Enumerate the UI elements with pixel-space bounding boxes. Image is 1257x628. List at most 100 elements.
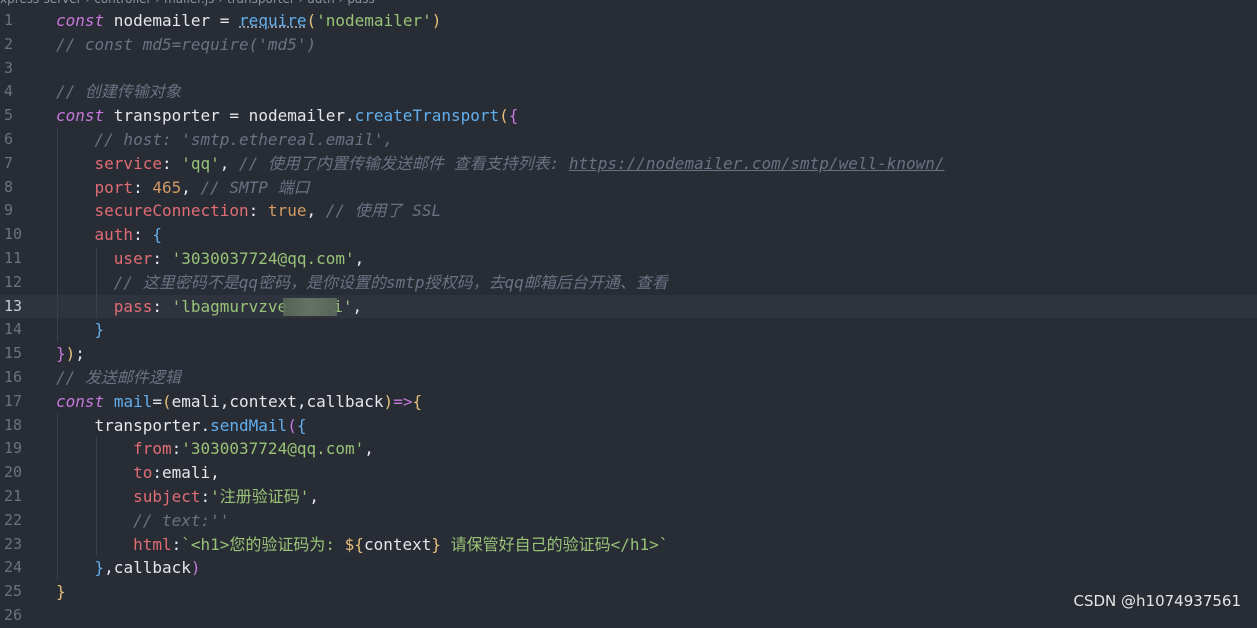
code-line[interactable]: 10 auth: { [0,223,1257,247]
code-token: : [200,486,211,506]
code-line[interactable]: 26 [0,604,1257,628]
code-line[interactable]: 2 // const md5=require('md5') [0,33,1257,57]
code-token: = [152,391,162,411]
code-line[interactable]: 12 // 这里密码不是qq密码，是你设置的smtp授权码，去qq邮箱后台开通、… [0,270,1257,295]
code-token: to [133,463,153,483]
code-token: // const md5=require('md5') [56,34,317,54]
code-token: // 创建传输对象 [56,82,181,102]
code-token: nodemailer. [239,106,355,126]
code-token: : [152,248,172,268]
code-line[interactable]: 11 user: '3030037724@qq.com', [0,246,1257,271]
code-token: // 使用了内置传输发送邮件 查看支持列表: [239,153,569,173]
code-text: // const md5=require('md5') [56,33,316,57]
code-token: pass [113,296,153,316]
code-editor[interactable]: 1 const nodemailer = require('nodemailer'… [0,9,1257,628]
line-number: 4 [4,82,14,101]
code-text: port: 465, // SMTP 端口 [56,176,310,200]
code-token: { [412,391,423,411]
code-line[interactable]: 18 transporter.sendMail({ [0,413,1257,438]
code-line[interactable]: 9 secureConnection: true, // 使用了 SSL [0,199,1257,224]
code-text: secureConnection: true, // 使用了 SSL [56,199,442,223]
code-token: ; [75,344,85,364]
code-line[interactable]: 21 subject:'注册验证码', [0,484,1257,509]
code-token: : [133,225,153,245]
code-token: // text:'' [133,510,230,530]
code-token: transporter [104,106,230,126]
code-token: // host: 'smtp.ethereal.email', [94,129,394,149]
code-text: },callback) [56,556,201,580]
code-line[interactable]: 4 // 创建传输对象 [0,80,1257,104]
code-token: = [219,11,230,30]
code-line[interactable]: 20 to:emali, [0,461,1257,485]
code-token: transporter. [56,415,211,435]
code-line[interactable]: 13 pass: 'lbagmurvzve i', [0,294,1257,319]
code-token: ) [431,11,442,30]
watermark: CSDN @h1074937561 [1073,592,1241,610]
code-token: ( [287,415,297,435]
breadcrumb-item[interactable]: mailer.js › [164,0,223,6]
code-token: , [309,486,320,506]
line-number: 23 [4,534,23,553]
code-token: // 发送邮件逻辑 [56,367,181,387]
breadcrumb-item[interactable]: auth › [307,0,343,6]
line-number: 14 [4,320,23,339]
code-line[interactable]: 17 const mail=(emali,context,callback)=>{ [0,390,1257,414]
code-token: = [229,106,240,126]
breadcrumb-item[interactable]: transporter › [227,0,303,6]
code-token: // SMTP 端口 [200,177,310,197]
code-line[interactable]: 6 // host: 'smtp.ethereal.email', [0,127,1257,152]
breadcrumb-item[interactable]: controller › [94,0,160,6]
code-line[interactable]: 1 const nodemailer = require('nodemailer'… [0,9,1257,33]
code-line[interactable]: 5 const transporter = nodemailer.createTr… [0,104,1257,128]
code-line[interactable]: 22 // text:'' [0,508,1257,533]
breadcrumb[interactable]: xpress-server › controller › mailer.js › tr… [0,0,1257,8]
code-line[interactable]: 23 html:`<h1>您的验证码为: ${context} 请保管好自己的验… [0,532,1257,557]
code-line[interactable]: 19 from:'3030037724@qq.com', [0,437,1257,462]
code-line[interactable]: 7 service: 'qq', // 使用了内置传输发送邮件 查看支持列表: … [0,151,1257,176]
line-number: 5 [4,106,14,125]
code-text: // text:'' [56,509,229,533]
code-token: createTransport [354,106,500,126]
breadcrumb-item[interactable]: pass [347,0,374,6]
line-number: 1 [4,11,14,29]
code-token: ( [161,391,172,411]
code-token: emali [161,463,211,483]
line-number: 19 [4,439,23,458]
code-token: , [210,463,220,483]
code-text: // 创建传输对象 [56,80,181,104]
code-token: , [364,439,374,459]
code-line[interactable]: 25} [0,580,1257,604]
breadcrumb-item[interactable]: xpress-server › [0,0,90,6]
code-text: service: 'qq', // 使用了内置传输发送邮件 查看支持列表: ht… [56,152,945,176]
code-token: const [56,391,105,411]
code-text: const mail=(emali,context,callback)=>{ [56,390,422,414]
code-token: ( [499,106,509,126]
code-line[interactable]: 15}); [0,342,1257,366]
code-token: const [56,106,105,126]
line-number: 12 [4,272,23,291]
line-number: 25 [4,582,23,601]
line-number: 10 [4,225,23,244]
redacted-blur [283,298,338,317]
code-line[interactable]: 3 [0,57,1257,81]
code-token: => [393,391,413,411]
code-text: }); [56,342,85,366]
code-line[interactable]: 8 port: 465, // SMTP 端口 [0,175,1257,200]
code-text: html:`<h1>您的验证码为: ${context} 请保管好自己的验证码<… [56,533,668,557]
code-token: from [133,439,172,459]
code-line[interactable]: 16 // 发送邮件逻辑 [0,366,1257,390]
code-line[interactable]: 24 },callback) [0,556,1257,581]
code-token: , [219,153,240,173]
code-text: // 发送邮件逻辑 [56,366,181,390]
code-token: 'lbagmurvzve [171,296,288,316]
code-token: 'nodemailer' [316,11,432,30]
code-token: emali,context,callback [171,391,384,411]
code-line[interactable]: 14 } [0,318,1257,343]
code-token: : [171,439,182,459]
